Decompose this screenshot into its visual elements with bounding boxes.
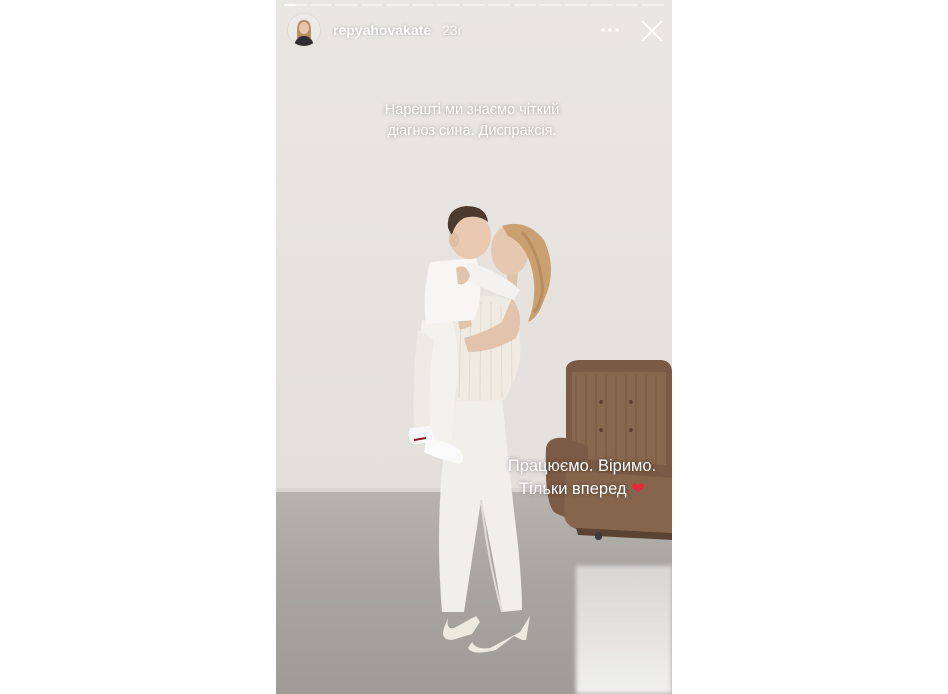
avatar[interactable] bbox=[288, 14, 320, 46]
story-caption-top: Нарешті ми знаємо чіткий діагноз сина. Д… bbox=[276, 100, 670, 142]
progress-segment bbox=[539, 4, 562, 6]
progress-segment bbox=[641, 4, 664, 6]
caption-line: Працюємо. Віримо. bbox=[507, 457, 657, 475]
timestamp: 23г bbox=[442, 22, 463, 38]
armchair bbox=[545, 360, 672, 540]
username[interactable]: repyahovakate bbox=[333, 22, 431, 38]
story-progress-bar bbox=[284, 4, 664, 6]
progress-segment bbox=[590, 4, 613, 6]
story-viewer[interactable]: repyahovakate 23г Нарешті ми знаємо чітк… bbox=[276, 0, 672, 694]
close-button[interactable] bbox=[640, 19, 664, 43]
progress-segment bbox=[437, 4, 460, 6]
progress-segment bbox=[462, 4, 486, 6]
story-caption-bottom: Працюємо. Віримо. Тільки вперед ❤ bbox=[498, 455, 666, 501]
progress-segment bbox=[411, 4, 435, 6]
progress-segment bbox=[309, 4, 333, 6]
heart-icon: ❤ bbox=[631, 480, 645, 498]
progress-segment bbox=[615, 4, 639, 6]
progress-segment bbox=[488, 4, 511, 6]
progress-segment bbox=[513, 4, 537, 6]
caption-line: Тільки вперед ❤ bbox=[498, 478, 666, 501]
more-options-button[interactable] bbox=[598, 20, 622, 40]
progress-segment bbox=[284, 4, 307, 6]
progress-segment bbox=[386, 4, 409, 6]
close-icon bbox=[641, 20, 663, 42]
progress-segment bbox=[564, 4, 588, 6]
caption-line: Нарешті ми знаємо чіткий bbox=[384, 102, 560, 118]
progress-segment bbox=[335, 4, 358, 6]
progress-segment bbox=[360, 4, 384, 6]
caption-text: Тільки вперед bbox=[519, 480, 627, 498]
more-horizontal-icon bbox=[601, 28, 619, 32]
caption-line: діагноз сина. Диспраксія. bbox=[387, 123, 557, 139]
